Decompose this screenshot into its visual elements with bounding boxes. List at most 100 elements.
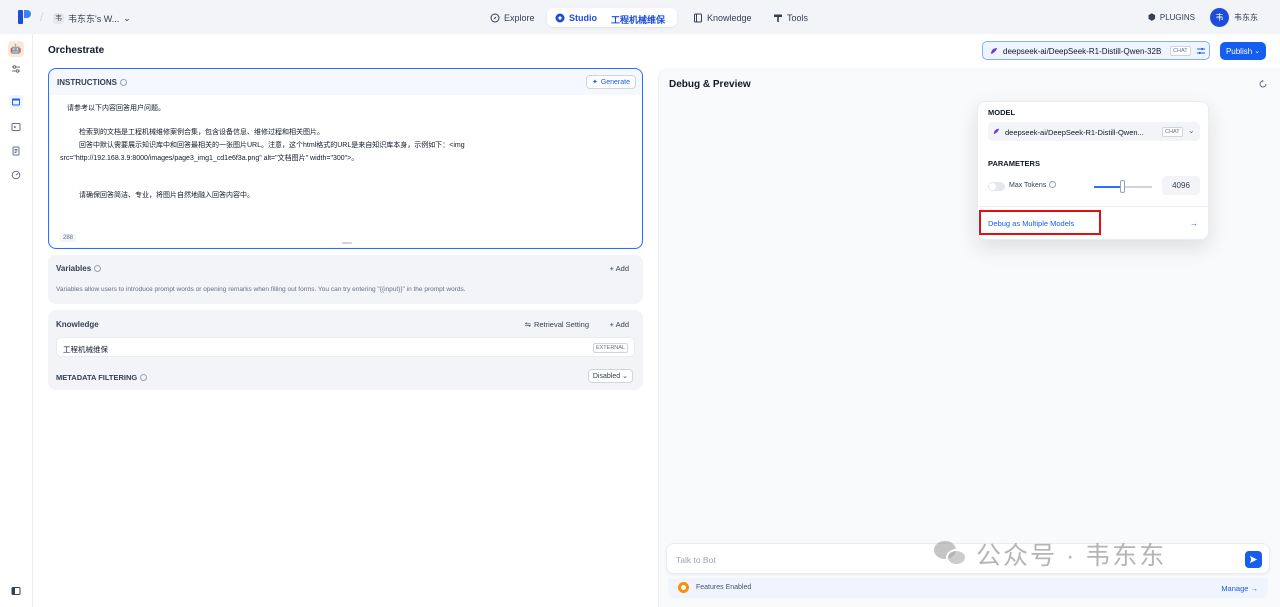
top-bar: / 韦 韦东东's W... ⌄ Explore Studio 工程机械维保 K…: [0, 0, 1280, 34]
user-avatar[interactable]: 韦: [1210, 8, 1229, 27]
knowledge-panel: Knowledge ⇋ Retrieval Setting + Add 工程机械…: [48, 310, 643, 390]
instruction-line: 请确保回答简洁、专业，将图片自然地融入回答内容中。: [79, 192, 254, 199]
debug-multiple-models-button[interactable]: Debug as Multiple Models: [979, 210, 1101, 235]
model-label: MODEL: [988, 108, 1016, 117]
workspace-name: 韦东东's W...: [68, 13, 120, 24]
terminal-icon: [11, 123, 21, 131]
dify-logo-icon[interactable]: [18, 10, 31, 24]
plugins-label: PLUGINS: [1159, 13, 1195, 22]
sparkle-icon: ✦: [591, 79, 598, 86]
plugins-button[interactable]: ⬢ PLUGINS: [1148, 12, 1195, 23]
nav-explore[interactable]: Explore: [490, 8, 535, 27]
max-tokens-toggle[interactable]: [988, 182, 1005, 191]
parameters-label: PARAMETERS: [988, 159, 1040, 168]
instructions-title: INSTRUCTIONS: [57, 78, 127, 87]
manage-features-link[interactable]: Manage →: [1221, 584, 1258, 593]
info-icon[interactable]: [120, 79, 127, 86]
max-tokens-slider-thumb[interactable]: [1120, 180, 1125, 193]
generate-label: Generate: [600, 78, 630, 86]
nav-explore-label: Explore: [504, 12, 535, 23]
refresh-icon[interactable]: [1258, 79, 1268, 89]
instructions-editor[interactable]: 请参考以下内容回答用户问题。 检索到的文档是工程机械维修案例合集，包含设备信息、…: [50, 95, 641, 247]
breadcrumb-separator: /: [40, 10, 44, 24]
nav-studio-label: Studio: [569, 13, 597, 23]
instructions-panel: INSTRUCTIONS ✦ Generate 请参考以下内容回答用户问题。 检…: [48, 68, 643, 249]
knowledge-item-name: 工程机械维保: [63, 345, 108, 354]
workspace-switcher[interactable]: 韦 韦东东's W... ⌄: [53, 10, 131, 26]
collapse-sidebar-icon[interactable]: [9, 584, 23, 598]
settings-sliders-icon: ⇋: [524, 320, 531, 329]
send-button[interactable]: [1245, 551, 1262, 568]
debug-title: Debug & Preview: [669, 79, 751, 90]
model-selector[interactable]: deepseek-ai/DeepSeek-R1-Distill-Qwen-32B…: [982, 41, 1210, 60]
metadata-filtering-value: Disabled: [592, 372, 621, 380]
terminal-window-icon: [12, 98, 20, 106]
sidebar-item-orchestrate[interactable]: [9, 95, 23, 109]
watermark: 公众号 · 韦东东: [934, 536, 1166, 572]
variables-description: Variables allow users to introduce promp…: [56, 286, 466, 293]
instruction-line: src="http://192.168.3.9:8000/images/page…: [60, 155, 359, 162]
model-provider-icon: [993, 128, 1000, 135]
info-icon[interactable]: [94, 265, 102, 272]
app-robot-icon[interactable]: 🤖: [8, 41, 24, 57]
chevron-down-icon: ⌄: [1254, 48, 1261, 55]
debug-multiple-models-label: Debug as Multiple Models: [988, 219, 1075, 228]
external-badge: EXTERNAL: [592, 343, 628, 353]
cube-icon: ⬢: [1148, 12, 1156, 22]
chevron-down-icon: ⌄: [123, 12, 131, 23]
knowledge-item[interactable]: 工程机械维保 EXTERNAL: [56, 337, 635, 357]
book-icon: [694, 13, 702, 22]
add-variable-button[interactable]: + Add: [610, 264, 629, 273]
nav-tools-label: Tools: [787, 12, 809, 23]
resize-handle[interactable]: [342, 242, 352, 244]
metadata-filtering-select[interactable]: Disabled ⌄: [587, 369, 633, 383]
model-settings-popup: MODEL deepseek-ai/DeepSeek-R1-Distill-Qw…: [977, 101, 1209, 240]
chevron-down-icon: ⌄: [622, 373, 628, 380]
send-icon: [1249, 555, 1258, 564]
workspace-avatar: 韦: [53, 12, 64, 24]
sidebar-item-monitoring[interactable]: [9, 168, 23, 182]
hammer-icon: [774, 14, 782, 22]
generate-button[interactable]: ✦ Generate: [585, 75, 636, 89]
nav-studio[interactable]: Studio 工程机械维保: [547, 8, 677, 27]
variables-panel: Variables + Add Variables allow users to…: [48, 255, 643, 304]
user-name[interactable]: 韦东东: [1234, 12, 1258, 23]
retrieval-setting-button[interactable]: ⇋ Retrieval Setting: [525, 320, 589, 329]
instruction-line: 回答中默认需要展示知识库中和回答最相关的一张图片URL。注意，这个html格式的…: [79, 142, 465, 149]
sidebar-toggle-icon[interactable]: [9, 62, 23, 76]
instructions-header: INSTRUCTIONS ✦ Generate: [49, 69, 642, 95]
popup-model-select[interactable]: deepseek-ai/DeepSeek-R1-Distill-Qwen... …: [988, 122, 1200, 141]
chat-input-placeholder: Talk to Bot: [676, 555, 716, 565]
instruction-line: 请参考以下内容回答用户问题。: [67, 105, 165, 112]
model-provider-icon: [991, 48, 997, 54]
page-title: Orchestrate: [48, 45, 105, 56]
model-mode-badge: CHAT: [1170, 46, 1191, 56]
studio-icon: [555, 13, 565, 23]
nav-knowledge[interactable]: Knowledge: [693, 8, 752, 27]
wechat-icon: [934, 539, 968, 569]
features-bar: Features Enabled Manage →: [668, 578, 1268, 598]
sidebar-item-api[interactable]: [9, 120, 23, 134]
max-tokens-input[interactable]: 4096: [1162, 176, 1200, 195]
publish-label: Publish: [1225, 46, 1253, 56]
sidebar-item-logs[interactable]: [9, 144, 23, 158]
features-enabled-label: Features Enabled: [696, 584, 752, 591]
info-icon[interactable]: [140, 374, 148, 381]
info-icon[interactable]: [1049, 181, 1057, 188]
chevron-down-icon: ⌄: [1188, 126, 1195, 135]
metadata-filtering-title: METADATA FILTERING: [56, 373, 148, 382]
publish-button[interactable]: Publish ⌄: [1220, 42, 1266, 60]
settings-sliders-icon: [1197, 48, 1205, 54]
arrow-right-icon[interactable]: →: [1190, 219, 1198, 228]
current-app-name[interactable]: 工程机械维保: [611, 13, 665, 26]
watermark-text: 公众号 · 韦东东: [976, 542, 1167, 570]
model-name: deepseek-ai/DeepSeek-R1-Distill-Qwen-32B: [1003, 47, 1162, 56]
nav-tools[interactable]: Tools: [773, 8, 808, 27]
knowledge-title: Knowledge: [56, 320, 99, 329]
features-icon: [678, 582, 689, 593]
app-sidebar: 🤖: [0, 34, 33, 607]
add-knowledge-button[interactable]: + Add: [610, 320, 629, 329]
dashboard-icon: [11, 170, 21, 180]
popup-model-name: deepseek-ai/DeepSeek-R1-Distill-Qwen...: [1005, 128, 1144, 137]
file-list-icon: [12, 146, 20, 156]
